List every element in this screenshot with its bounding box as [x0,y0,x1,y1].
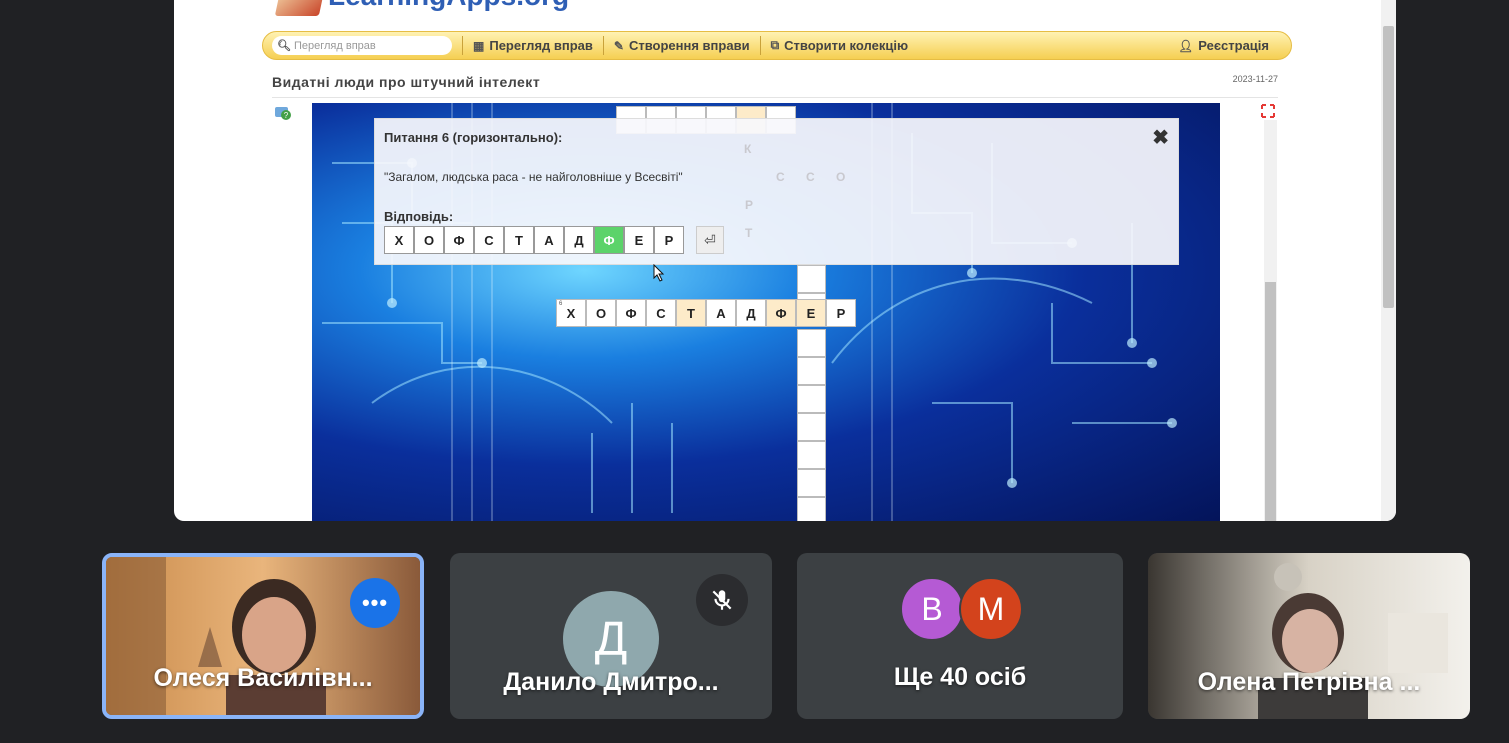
participant-tile-others[interactable]: В М Ще 40 осіб [797,553,1123,719]
svg-text:?: ? [284,111,289,120]
create-exercise-link[interactable]: ✎ Створення вправи [614,38,750,53]
search-box[interactable]: 🔍︎ [272,36,452,55]
cell-letter: Ф [775,305,787,321]
answer-cell[interactable]: А [534,226,564,254]
collection-icon: ⧉ [770,38,780,52]
participant-name: Олена Петрівна ... [1197,668,1421,696]
question-text: "Загалом, людська раса - не найголовніше… [384,170,683,184]
answer-cell[interactable]: Е [624,226,654,254]
others-count-label: Ще 40 осіб [893,663,1027,691]
close-icon[interactable]: ✖ [1152,125,1169,150]
grid-cell[interactable] [797,385,826,413]
answer-cell[interactable]: Р [654,226,684,254]
participant-tile-1[interactable]: ••• Олеся Василівн... [102,553,424,719]
page-date: 2023-11-27 [1232,74,1278,84]
cell-letter: Е [806,305,816,321]
answer-cell[interactable]: Х [384,226,414,254]
participant-tile-2[interactable]: Д Данило Дмитро... [450,553,772,719]
nav-divider [462,36,463,55]
browse-exercises-link[interactable]: ▦ Перегляд вправ [473,38,593,53]
faded-letter: К [744,142,752,156]
logo-text: LearningApps.org [328,0,569,12]
participant-avatar: В [900,577,964,641]
title-divider [272,97,1278,98]
shared-screen: LearningApps.org 🔍︎ ▦ Перегляд вправ ✎ С… [174,0,1396,521]
grid-cell[interactable] [797,497,826,521]
navbar: 🔍︎ ▦ Перегляд вправ ✎ Створення вправи ⧉… [262,31,1292,60]
grid-cell[interactable] [797,265,826,293]
grid-cell-6-3[interactable]: Ф [616,299,646,327]
cell-letter: А [716,305,726,321]
faded-letter: С [806,170,815,184]
more-options-icon[interactable]: ••• [350,578,400,628]
grid-cell[interactable] [797,357,826,385]
grid-cell-6-10[interactable]: Р [826,299,856,327]
question-popup: Питання 6 (горизонтально): ✖ "Загалом, л… [374,118,1179,265]
cell-letter: Т [687,305,695,321]
participant-name: Данило Дмитро... [503,668,719,696]
answer-cell[interactable]: Т [504,226,534,254]
faded-letter: С [776,170,785,184]
faded-letter: Р [745,198,754,212]
puzzle-scrollbar-thumb[interactable] [1265,282,1276,521]
grid-cell-6-7[interactable]: Д [736,299,766,327]
help-icon[interactable]: ? [274,104,292,122]
grid-cell-6-4[interactable]: С [646,299,676,327]
faded-letter: О [836,170,846,184]
mic-off-icon [696,574,748,626]
fullscreen-icon[interactable] [1261,104,1275,118]
answer-label: Відповідь: [384,209,454,224]
nav-divider [602,36,604,55]
answer-cell-active[interactable]: Ф [594,226,624,254]
user-icon: 👤︎ [1178,38,1194,53]
page-title: Видатні люди про штучний інтелект [272,74,541,90]
create-collection-link[interactable]: ⧉ Створити колекцію [771,38,908,53]
answer-cell[interactable]: С [474,226,504,254]
answer-cell[interactable]: Ф [444,226,474,254]
register-link[interactable]: 👤︎ Реєстрація [1178,38,1269,53]
create-exercise-label: Створення вправи [628,38,750,53]
grid-cell[interactable] [797,469,826,497]
question-title: Питання 6 (горизонтально): [384,130,563,145]
participant-avatar: М [959,577,1023,641]
faded-letter: Т [745,226,753,240]
answer-input-row: Х О Ф С Т А Д Ф Е Р ⏎ [384,226,724,254]
window-scrollbar-thumb[interactable] [1383,26,1394,308]
pencil-icon: ✎ [613,38,624,53]
grid-cell-6-1[interactable]: 6 Х [556,299,586,327]
grid-cell[interactable] [797,413,826,441]
row-number: 6 [559,301,563,307]
site-logo[interactable]: LearningApps.org [274,0,618,16]
grid-cell-6-6[interactable]: А [706,299,736,327]
browse-exercises-label: Перегляд вправ [489,38,593,53]
cell-letter: Р [836,305,846,321]
register-label: Реєстрація [1198,38,1269,53]
nav-divider [759,36,761,55]
grid-icon: ▦ [473,38,485,53]
cell-letter: О [595,305,607,321]
participant-tile-4[interactable]: Олена Петрівна ... [1148,553,1470,719]
cell-letter: Ф [625,305,637,321]
crossword-puzzle: 6 Х О Ф С Т А Д Ф Е Р Питання 6 (горизон… [312,103,1220,521]
mouse-cursor-icon [653,264,665,282]
grid-cell-6-8[interactable]: Ф [766,299,796,327]
grid-cell-6-5[interactable]: Т [676,299,706,327]
create-collection-label: Створити колекцію [784,38,909,53]
participant-name: Олеся Василівн... [153,664,373,692]
logo-icon [274,0,326,16]
search-input[interactable] [293,39,444,52]
cell-letter: Д [746,305,756,321]
search-icon: 🔍︎ [277,40,291,52]
grid-cell-6-9[interactable]: Е [796,299,826,327]
answer-cell[interactable]: Д [564,226,594,254]
grid-cell[interactable] [797,329,826,357]
answer-cell[interactable]: О [414,226,444,254]
grid-cell-6-2[interactable]: О [586,299,616,327]
grid-cell[interactable] [797,441,826,469]
cell-letter: Х [566,305,576,321]
cell-letter: С [656,305,666,321]
enter-button[interactable]: ⏎ [696,226,724,254]
